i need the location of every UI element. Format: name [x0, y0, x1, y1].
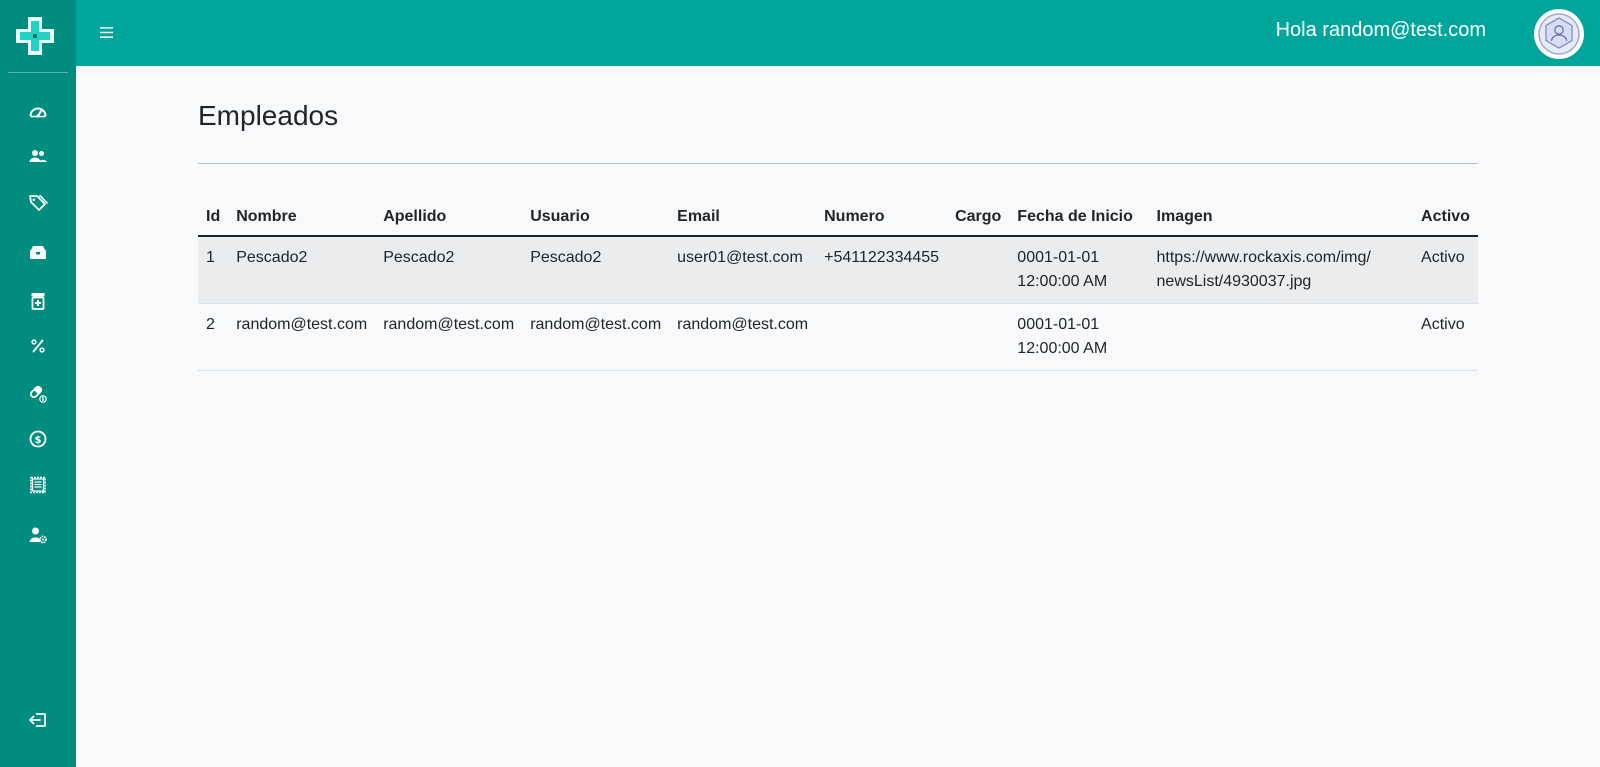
- user-settings-icon: [29, 527, 47, 544]
- cell-cargo: [947, 236, 1010, 304]
- sidebar-item-tags[interactable]: [0, 183, 76, 223]
- sidebar-item-receipts[interactable]: [0, 465, 76, 505]
- column-header-numero: Numero: [816, 196, 948, 237]
- column-header-usuario: Usuario: [522, 196, 670, 237]
- column-header-apellido: Apellido: [375, 196, 523, 237]
- cell-fecha-inicio: 0001-01-01 12:00:00 AM: [1009, 303, 1149, 371]
- cell-cargo: [947, 303, 1010, 371]
- sidebar-divider: [8, 72, 68, 73]
- user-avatar-icon: [1538, 13, 1580, 55]
- prescription-icon: [31, 293, 45, 310]
- table-header-row: Id Nombre Apellido Usuario Email Numero …: [198, 196, 1478, 237]
- receipt-icon: [30, 476, 46, 494]
- user-greeting: Hola random@test.com: [1275, 19, 1486, 41]
- sidebar-item-inventory[interactable]: [0, 232, 76, 272]
- percent-icon: [31, 339, 45, 353]
- column-header-id: Id: [198, 196, 229, 237]
- cell-id: 1: [198, 236, 229, 304]
- avatar[interactable]: [1534, 9, 1584, 59]
- sidebar-item-dashboard[interactable]: [0, 92, 76, 132]
- column-header-nombre: Nombre: [228, 196, 376, 237]
- cell-activo: Activo: [1413, 303, 1478, 371]
- cell-numero: [816, 303, 948, 371]
- logout-icon: [29, 713, 46, 727]
- inventory-icon: [30, 246, 46, 259]
- sidebar-item-discounts[interactable]: [0, 326, 76, 366]
- cell-email: user01@test.com: [669, 236, 817, 304]
- title-divider: [198, 163, 1478, 164]
- cell-fecha-time: 12:00:00 AM: [1017, 273, 1108, 290]
- top-bar: Hola random@test.com: [76, 0, 1600, 66]
- cell-imagen: [1148, 303, 1414, 371]
- column-header-imagen: Imagen: [1148, 196, 1414, 237]
- table-row[interactable]: 1 Pescado2 Pescado2 Pescado2 user01@test…: [198, 236, 1478, 304]
- cell-nombre: random@test.com: [228, 303, 376, 371]
- column-header-email: Email: [669, 196, 817, 237]
- cell-fecha-date: 0001-01-01: [1017, 316, 1100, 333]
- sidebar-item-users[interactable]: [0, 136, 76, 176]
- menu-toggle-button[interactable]: [96, 22, 116, 42]
- cell-email: random@test.com: [669, 303, 817, 371]
- cell-id: 2: [198, 303, 229, 371]
- column-header-fecha-inicio: Fecha de Inicio: [1009, 196, 1149, 237]
- cell-fecha-time: 12:00:00 AM: [1017, 340, 1108, 357]
- tags-icon: [29, 195, 48, 211]
- sidebar-item-medicines[interactable]: [0, 374, 76, 414]
- cell-apellido: random@test.com: [375, 303, 523, 371]
- logout-button[interactable]: [0, 700, 76, 740]
- cell-imagen-line2: newsList/4930037.jpg: [1156, 273, 1312, 290]
- column-header-activo: Activo: [1413, 196, 1478, 237]
- sidebar: $: [0, 0, 76, 767]
- cell-fecha-date: 0001-01-01: [1017, 249, 1100, 266]
- cell-activo: Activo: [1413, 236, 1478, 304]
- pills-icon: [29, 385, 47, 403]
- cell-imagen-line1: https://www.rockaxis.com/img/: [1156, 249, 1371, 266]
- hamburger-icon: [99, 26, 113, 38]
- cell-usuario: Pescado2: [522, 236, 670, 304]
- employees-table: Id Nombre Apellido Usuario Email Numero …: [198, 196, 1478, 371]
- table-row[interactable]: 2 random@test.com random@test.com random…: [198, 303, 1478, 371]
- cell-fecha-inicio: 0001-01-01 12:00:00 AM: [1009, 236, 1149, 304]
- sidebar-item-sales[interactable]: $: [0, 419, 76, 459]
- page-title: Empleados: [198, 100, 339, 131]
- sidebar-item-prescriptions[interactable]: [0, 281, 76, 321]
- dollar-coin-icon: $: [29, 430, 47, 448]
- sidebar-item-user-settings[interactable]: [0, 515, 76, 555]
- users-icon: [29, 150, 47, 162]
- svg-text:$: $: [35, 435, 42, 446]
- cell-apellido: Pescado2: [375, 236, 523, 304]
- cell-usuario: random@test.com: [522, 303, 670, 371]
- column-header-cargo: Cargo: [947, 196, 1010, 237]
- dashboard-icon: [29, 107, 47, 118]
- pharmacy-cross-logo[interactable]: [14, 15, 56, 57]
- cell-imagen: https://www.rockaxis.com/img/ newsList/4…: [1148, 236, 1414, 304]
- cell-nombre: Pescado2: [228, 236, 376, 304]
- cell-numero: +541122334455: [816, 236, 948, 304]
